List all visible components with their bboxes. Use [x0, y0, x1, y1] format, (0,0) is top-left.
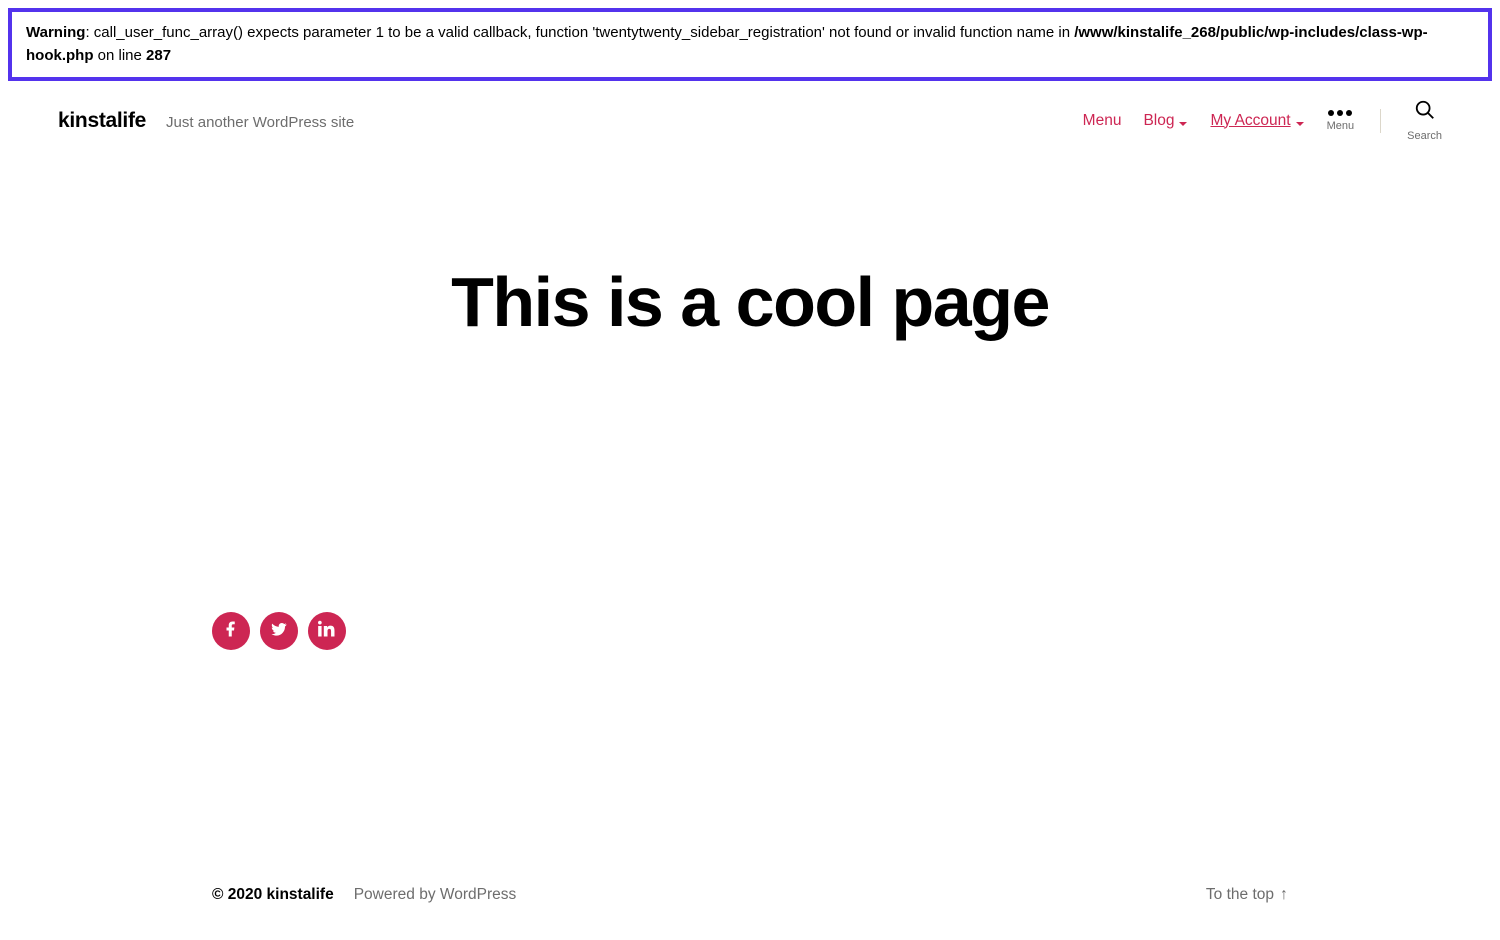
social-links [0, 612, 1500, 650]
powered-by-link[interactable]: Powered by WordPress [354, 886, 517, 904]
php-warning-banner: Warning: call_user_func_array() expects … [8, 8, 1492, 81]
facebook-icon [222, 620, 240, 643]
nav-account[interactable]: My Account [1210, 112, 1304, 130]
search-toggle-button[interactable]: Search [1407, 99, 1442, 142]
warning-line: 287 [146, 47, 171, 64]
chevron-down-icon [1295, 116, 1305, 126]
warning-text2: on line [94, 47, 147, 64]
site-title[interactable]: kinstalife [58, 109, 146, 133]
page-title: This is a cool page [20, 262, 1480, 342]
linkedin-icon [318, 620, 336, 643]
primary-nav: Menu Blog My Account [1083, 112, 1305, 130]
site-footer: © 2020 kinstalife Powered by WordPress T… [0, 850, 1500, 940]
copyright-text: © 2020 kinstalife [212, 886, 334, 904]
site-tagline: Just another WordPress site [166, 114, 354, 131]
facebook-button[interactable] [212, 612, 250, 650]
header-left: kinstalife Just another WordPress site [58, 109, 354, 133]
nav-account-label: My Account [1210, 112, 1290, 130]
nav-blog[interactable]: Blog [1143, 112, 1188, 130]
nav-menu[interactable]: Menu [1083, 112, 1122, 130]
menu-toggle-button[interactable]: Menu [1327, 110, 1355, 132]
twitter-button[interactable] [260, 612, 298, 650]
to-top-label: To the top [1206, 886, 1274, 904]
header-right: Menu Blog My Account Menu [1083, 99, 1442, 142]
nav-blog-label: Blog [1143, 112, 1174, 130]
warning-prefix: Warning [26, 24, 85, 41]
arrow-up-icon: ↑ [1280, 886, 1288, 904]
search-toggle-label: Search [1407, 130, 1442, 142]
nav-menu-label: Menu [1083, 112, 1122, 130]
linkedin-button[interactable] [308, 612, 346, 650]
search-icon [1414, 99, 1436, 126]
site-header: kinstalife Just another WordPress site M… [0, 89, 1500, 152]
warning-text: : call_user_func_array() expects paramet… [85, 24, 1074, 41]
footer-left: © 2020 kinstalife Powered by WordPress [212, 886, 516, 904]
divider [1380, 109, 1381, 133]
main-content: This is a cool page [0, 152, 1500, 612]
chevron-down-icon [1178, 116, 1188, 126]
dots-icon [1328, 110, 1352, 116]
menu-toggle-label: Menu [1327, 120, 1355, 132]
to-top-link[interactable]: To the top ↑ [1206, 886, 1288, 904]
twitter-icon [270, 620, 288, 643]
